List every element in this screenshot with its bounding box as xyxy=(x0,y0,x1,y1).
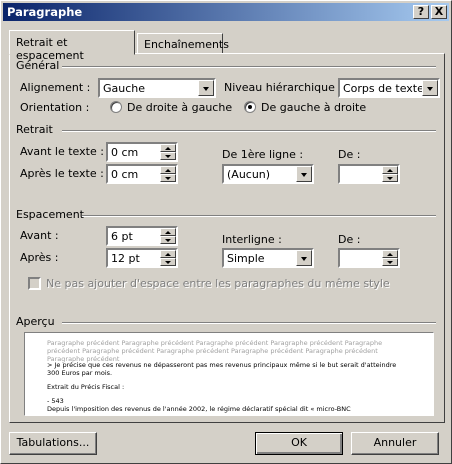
spin-down-icon[interactable] xyxy=(160,236,176,244)
spin-down-icon[interactable] xyxy=(382,174,398,182)
spacing-separator xyxy=(82,215,436,217)
preview-line: > Je précise que ces revenus ne dépasser… xyxy=(47,361,397,377)
first-line-value: (Aucun) xyxy=(227,168,271,181)
indent-after-value: 0 cm xyxy=(111,168,139,181)
spin-up-icon[interactable] xyxy=(382,250,398,258)
radio-rtl-label[interactable]: De droite à gauche xyxy=(127,101,232,114)
spin-down-icon[interactable] xyxy=(160,152,176,160)
line-spacing-label: Interligne : xyxy=(222,233,282,246)
alignment-label: Alignement : xyxy=(20,81,91,94)
spin-up-icon[interactable] xyxy=(160,144,176,152)
paragraph-dialog: Paragraphe ? X Retrait et espacement Enc… xyxy=(0,0,452,464)
preview-box: Paragraphe précédent Paragraphe précéden… xyxy=(24,332,434,416)
orientation-label: Orientation : xyxy=(20,101,90,114)
preview-line: Extrait du Précis Fiscal : xyxy=(47,383,125,391)
tab-line-breaks[interactable]: Enchaînements xyxy=(137,33,229,55)
spin-up-icon[interactable] xyxy=(382,166,398,174)
chevron-down-icon[interactable] xyxy=(198,80,214,96)
spacing-after-value: 12 pt xyxy=(111,252,140,265)
spin-up-icon[interactable] xyxy=(160,228,176,236)
spacing-before-spinner[interactable]: 6 pt xyxy=(106,226,178,246)
no-space-label[interactable]: Ne pas ajouter d'espace entre les paragr… xyxy=(46,277,390,290)
spin-down-icon[interactable] xyxy=(160,258,176,266)
spin-down-icon[interactable] xyxy=(382,258,398,266)
no-space-checkbox[interactable] xyxy=(28,277,41,290)
spacing-group-label: Espacement xyxy=(16,208,84,221)
tab-indent-spacing[interactable]: Retrait et espacement xyxy=(9,30,135,62)
line-at-spinner[interactable] xyxy=(338,248,400,268)
indent-by-label: De : xyxy=(338,148,361,161)
spin-down-icon[interactable] xyxy=(160,174,176,182)
radio-rtl[interactable] xyxy=(110,101,122,113)
help-button[interactable]: ? xyxy=(413,5,429,19)
indent-group-label: Retrait xyxy=(16,123,53,136)
indent-before-value: 0 cm xyxy=(111,146,139,159)
chevron-down-icon[interactable] xyxy=(422,80,438,96)
level-label: Niveau hiérarchique : xyxy=(224,81,343,94)
indent-before-spinner[interactable]: 0 cm xyxy=(106,142,178,162)
alignment-value: Gauche xyxy=(103,82,146,95)
chevron-down-icon[interactable] xyxy=(296,250,312,266)
spin-up-icon[interactable] xyxy=(160,166,176,174)
preview-separator xyxy=(62,322,436,324)
alignment-select[interactable]: Gauche xyxy=(98,78,216,98)
spacing-after-label: Après : xyxy=(20,251,59,264)
preview-line: - 543 xyxy=(47,397,64,405)
preview-previous-paragraph: Paragraphe précédent Paragraphe précéden… xyxy=(47,339,383,363)
general-separator xyxy=(62,66,436,68)
spin-up-icon[interactable] xyxy=(160,250,176,258)
radio-ltr-label[interactable]: De gauche à droite xyxy=(261,101,366,114)
level-select[interactable]: Corps de texte xyxy=(338,78,440,98)
tab-panel: Général Alignement : Gauche Niveau hiéra… xyxy=(9,53,445,423)
window-title: Paragraphe xyxy=(7,5,83,19)
line-spacing-select[interactable]: Simple xyxy=(222,248,314,268)
radio-ltr[interactable] xyxy=(244,101,256,113)
chevron-down-icon[interactable] xyxy=(296,166,312,182)
line-at-label: De : xyxy=(338,233,361,246)
ok-button[interactable]: OK xyxy=(255,432,343,455)
close-button[interactable]: X xyxy=(431,5,447,19)
indent-separator xyxy=(62,130,436,132)
tabs-button[interactable]: Tabulations... xyxy=(9,432,97,455)
spacing-after-spinner[interactable]: 12 pt xyxy=(106,248,178,268)
preview-current-paragraph: > Je précise que ces revenus ne dépasser… xyxy=(47,361,407,413)
line-spacing-value: Simple xyxy=(227,252,265,265)
indent-by-spinner[interactable] xyxy=(338,164,400,184)
spacing-before-value: 6 pt xyxy=(111,230,133,243)
title-bar[interactable]: Paragraphe ? X xyxy=(3,3,449,21)
preview-group-label: Aperçu xyxy=(16,315,55,328)
first-line-select[interactable]: (Aucun) xyxy=(222,164,314,184)
level-value: Corps de texte xyxy=(343,82,424,95)
preview-line: Depuis l'imposition des revenus de l'ann… xyxy=(47,405,351,413)
first-line-label: De 1ère ligne : xyxy=(222,148,304,161)
cancel-button[interactable]: Annuler xyxy=(351,432,439,455)
indent-after-label: Après le texte : xyxy=(20,167,104,180)
spacing-before-label: Avant : xyxy=(20,229,59,242)
indent-before-label: Avant le texte : xyxy=(20,145,104,158)
indent-after-spinner[interactable]: 0 cm xyxy=(106,164,178,184)
